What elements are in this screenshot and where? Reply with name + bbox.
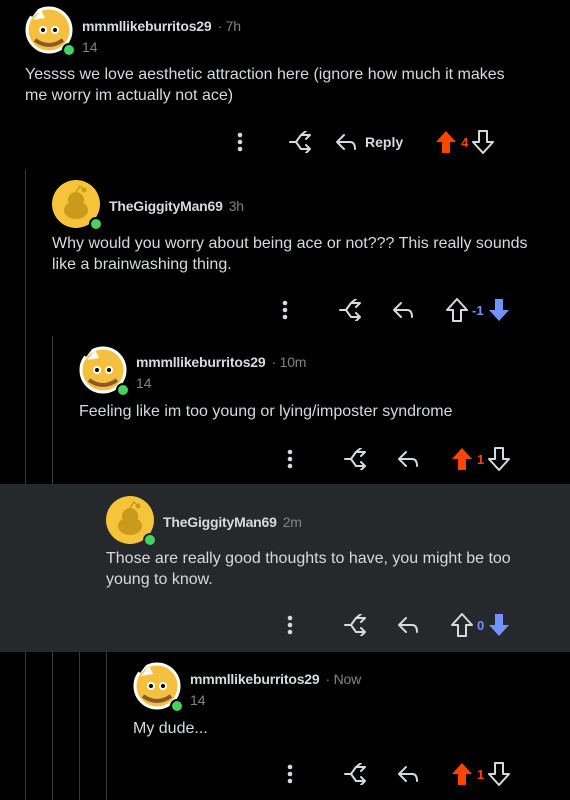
comment-author[interactable]: mmmllikeburritos29 · 7h [82, 18, 241, 34]
more-vertical-icon[interactable] [275, 449, 305, 469]
upvote-icon[interactable] [451, 447, 473, 471]
reply-arrow-icon[interactable] [397, 765, 419, 783]
more-vertical-icon[interactable] [225, 132, 255, 152]
avatar[interactable] [106, 496, 157, 547]
comment-4: TheGiggityMan69 2m Those are really good … [0, 484, 570, 652]
comment-actions: 1 [275, 444, 511, 474]
avatar[interactable] [133, 662, 184, 713]
avatar[interactable] [25, 6, 76, 57]
user-flair: 14 [190, 692, 206, 708]
reply-label: Reply [365, 134, 404, 150]
more-vertical-icon[interactable] [275, 615, 305, 635]
online-indicator [143, 533, 157, 547]
more-vertical-icon[interactable] [275, 764, 305, 784]
more-vertical-icon[interactable] [270, 300, 300, 320]
comment-author[interactable]: TheGiggityMan69 3h [109, 198, 244, 214]
comment-2: TheGiggityMan69 3h Why would you worry ab… [0, 170, 570, 336]
timestamp: · Now [325, 671, 362, 687]
user-flair: 14 [82, 39, 98, 55]
comment-body: Feeling like im too young or lying/impos… [79, 403, 453, 420]
share-icon[interactable] [270, 131, 330, 153]
downvote-icon[interactable] [472, 130, 495, 154]
comment-3: mmmllikeburritos29 · 10m 14 Feeling like … [0, 336, 570, 484]
share-icon[interactable] [325, 763, 385, 785]
reply-arrow-icon [335, 133, 357, 151]
downvote-icon[interactable] [488, 613, 510, 637]
upvote-icon[interactable] [451, 762, 473, 786]
comment-body: Yessss we love aesthetic attraction here… [25, 66, 505, 104]
comment-body: Those are really good thoughts to have, … [106, 550, 511, 588]
downvote-icon[interactable] [488, 298, 510, 322]
upvote-icon[interactable] [446, 298, 468, 322]
vote-count: 1 [477, 766, 485, 782]
upvote-icon[interactable] [451, 613, 473, 637]
online-indicator [62, 43, 76, 57]
comment-author[interactable]: mmmllikeburritos29 · 10m [136, 354, 306, 370]
reply-arrow-icon[interactable] [392, 301, 414, 319]
comment-actions: -1 [270, 295, 510, 325]
username[interactable]: mmmllikeburritos29 [136, 354, 266, 370]
downvote-icon[interactable] [488, 447, 511, 471]
timestamp: 2m [282, 514, 302, 530]
vote-count: 4 [461, 134, 469, 150]
comment-body: My dude... [133, 720, 208, 737]
comment-body: Why would you worry about being ace or n… [52, 235, 528, 273]
downvote-icon[interactable] [488, 762, 511, 786]
comment-5: mmmllikeburritos29 · Now 14 My dude... 1 [0, 652, 570, 800]
online-indicator [116, 383, 130, 397]
comment-actions: 1 [275, 759, 511, 789]
share-icon[interactable] [325, 448, 385, 470]
user-flair: 14 [136, 375, 152, 391]
avatar[interactable] [79, 346, 130, 397]
share-icon[interactable] [325, 614, 385, 636]
upvote-icon[interactable] [435, 130, 457, 154]
comment-author[interactable]: mmmllikeburritos29 · Now [190, 671, 361, 687]
share-icon[interactable] [320, 299, 380, 321]
comment-actions: Reply 4 [225, 127, 495, 157]
reply-arrow-icon[interactable] [397, 450, 419, 468]
vote-count: 1 [477, 451, 485, 467]
reply-button[interactable]: Reply [335, 133, 403, 151]
online-indicator [89, 217, 103, 231]
vote-count: 0 [477, 617, 485, 633]
username[interactable]: TheGiggityMan69 [109, 198, 223, 214]
avatar[interactable] [52, 180, 103, 231]
comment-actions: 0 [275, 610, 510, 640]
timestamp: 3h [228, 198, 244, 214]
comment-author[interactable]: TheGiggityMan69 2m [163, 514, 302, 530]
vote-count: -1 [472, 302, 484, 318]
username[interactable]: TheGiggityMan69 [163, 514, 277, 530]
online-indicator [170, 699, 184, 713]
username[interactable]: mmmllikeburritos29 [82, 18, 212, 34]
comment-1: mmmllikeburritos29 · 7h 14 Yessss we love… [0, 0, 570, 170]
timestamp: · 7h [217, 18, 241, 34]
username[interactable]: mmmllikeburritos29 [190, 671, 320, 687]
reply-arrow-icon[interactable] [397, 616, 419, 634]
timestamp: · 10m [271, 354, 307, 370]
